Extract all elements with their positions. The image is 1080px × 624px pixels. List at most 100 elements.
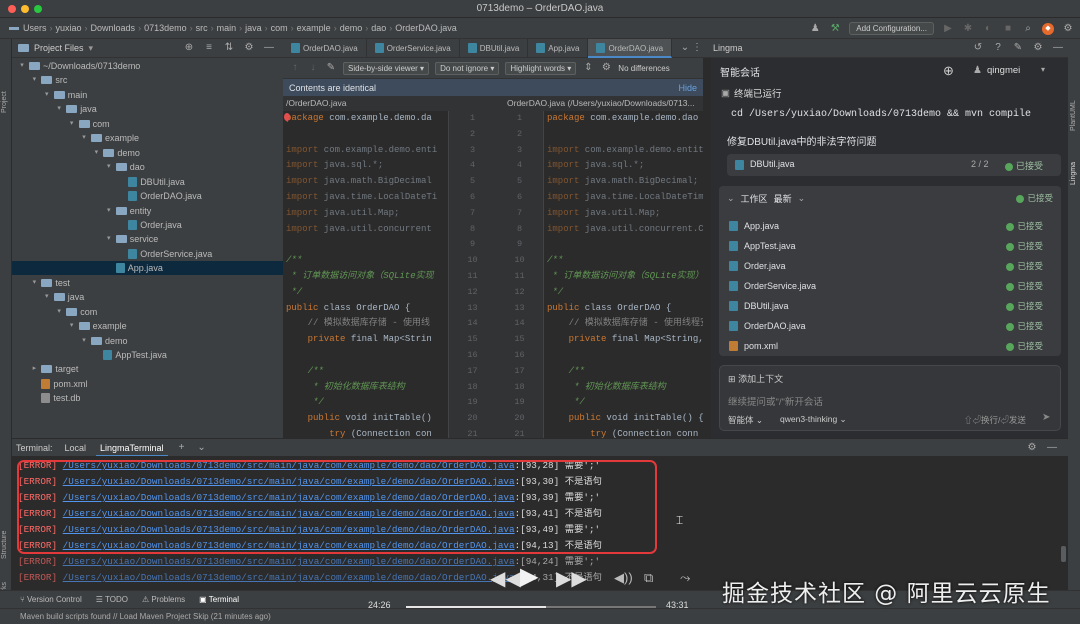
workspace-header[interactable]: ⌄ 工作区 最新 ⌄ bbox=[727, 192, 805, 205]
breadcrumb-item[interactable]: java bbox=[242, 23, 265, 33]
run-configuration-button[interactable]: Add Configuration... bbox=[849, 22, 934, 35]
project-tree-item[interactable]: ▾ java bbox=[55, 102, 96, 116]
project-tree-item[interactable]: ▾ service bbox=[105, 232, 158, 246]
video-progress-track[interactable] bbox=[406, 606, 656, 608]
chevron-down-icon[interactable]: ⌄ bbox=[679, 42, 691, 54]
breadcrumb-item[interactable]: 0713demo bbox=[141, 23, 190, 33]
chat-input-placeholder[interactable]: 继续提问或"/"新开会话 bbox=[728, 394, 823, 408]
fast-forward-icon[interactable]: ▶▶ bbox=[556, 566, 587, 591]
gear-icon[interactable]: ⚙ bbox=[243, 42, 255, 54]
project-tree-item[interactable]: ▾ ~/Downloads/0713demo bbox=[18, 59, 140, 73]
tool-window-button[interactable]: ☰ TODO bbox=[96, 595, 128, 604]
chevron-down-icon[interactable]: ⌄ bbox=[196, 442, 208, 454]
terminal-tab[interactable]: Local bbox=[61, 439, 91, 457]
project-tree-item[interactable]: ▾ demo bbox=[92, 146, 140, 160]
add-context-button[interactable]: ⊞ 添加上下文 bbox=[728, 372, 783, 385]
chevron-down-icon[interactable]: ▾ bbox=[68, 319, 76, 333]
help-icon[interactable]: ? bbox=[992, 42, 1004, 54]
project-tree-item[interactable]: App.java bbox=[105, 261, 163, 275]
project-tree-item[interactable]: ▾ com bbox=[55, 305, 97, 319]
project-tree-item[interactable]: ▾ main bbox=[43, 88, 87, 102]
chevron-down-icon[interactable]: ▾ bbox=[55, 102, 63, 116]
workspace-file-item[interactable]: App.java 已接受 bbox=[729, 216, 1051, 236]
zoom-window-button[interactable] bbox=[34, 5, 42, 13]
chevron-down-icon[interactable]: ▾ bbox=[80, 131, 88, 145]
terminal-scrollbar[interactable] bbox=[1061, 546, 1066, 562]
locate-icon[interactable]: ⊕ bbox=[183, 42, 195, 54]
workspace-file-item[interactable]: OrderService.java 已接受 bbox=[729, 276, 1051, 296]
chevron-right-icon[interactable]: ▸ bbox=[30, 362, 38, 376]
edit-icon[interactable]: ✎ bbox=[325, 62, 337, 74]
project-tree-item[interactable]: OrderDAO.java bbox=[117, 189, 202, 203]
project-tree-item[interactable]: AppTest.java bbox=[92, 348, 167, 362]
chevron-down-icon[interactable]: ▾ bbox=[43, 88, 51, 102]
project-tree-item[interactable]: ▾ src bbox=[30, 73, 68, 87]
project-tree-item[interactable]: ▾ example bbox=[68, 319, 127, 333]
highlight-mode-select[interactable]: Highlight words ▾ bbox=[505, 61, 577, 75]
arrow-down-icon[interactable]: ↓ bbox=[307, 62, 319, 74]
editor-tab[interactable]: OrderDAO.java bbox=[283, 38, 367, 58]
new-chat-icon[interactable]: ⊕ bbox=[943, 63, 954, 79]
workspace-file-item[interactable]: Order.java 已接受 bbox=[729, 256, 1051, 276]
gear-icon[interactable]: ⚙ bbox=[1026, 442, 1038, 454]
run-icon[interactable]: ▶ bbox=[942, 23, 954, 35]
collapse-icon[interactable]: ≡ bbox=[203, 42, 215, 54]
project-tree-item[interactable]: ▾ com bbox=[68, 117, 110, 131]
project-tree-item[interactable]: OrderService.java bbox=[117, 247, 212, 261]
breadcrumb-item[interactable]: OrderDAO.java bbox=[392, 23, 460, 33]
chevron-down-icon[interactable]: ▾ bbox=[30, 73, 38, 87]
sync-scroll-icon[interactable]: ⇕ bbox=[582, 62, 594, 74]
chat-input-box[interactable]: ⊞ 添加上下文 继续提问或"/"新开会话 智能体 ⌄ qwen3-thinkin… bbox=[719, 365, 1061, 431]
project-tree-item[interactable]: ▾ example bbox=[80, 131, 139, 145]
viewer-mode-select[interactable]: Side-by-side viewer ▾ bbox=[343, 61, 430, 75]
chevron-down-icon[interactable]: ▾ bbox=[43, 290, 51, 304]
breadcrumb-item[interactable]: com bbox=[268, 23, 291, 33]
tool-window-button[interactable]: ⚠ Problems bbox=[142, 595, 185, 604]
expand-icon[interactable]: ⇅ bbox=[223, 42, 235, 54]
project-tree-item[interactable]: ▾ demo bbox=[80, 334, 127, 348]
share-icon[interactable]: ⤳ bbox=[680, 570, 690, 586]
editor-tab[interactable]: OrderService.java bbox=[367, 38, 460, 58]
minimize-icon[interactable]: — bbox=[1046, 442, 1058, 454]
project-tree-item[interactable]: ▾ test bbox=[30, 276, 70, 290]
lingma-logo-icon[interactable]: ◆ bbox=[1042, 22, 1054, 35]
breadcrumb-item[interactable]: main bbox=[214, 23, 240, 33]
structure-tool-tab[interactable]: Structure bbox=[1, 531, 8, 559]
gear-icon[interactable]: ⚙ bbox=[1032, 42, 1044, 54]
left-code-pane[interactable]: package com.example.demo.da import com.ex… bbox=[283, 111, 448, 438]
close-window-button[interactable] bbox=[8, 5, 16, 13]
project-view-selector[interactable]: Project Files bbox=[34, 43, 84, 53]
chevron-down-icon[interactable]: ▾ bbox=[30, 276, 38, 290]
chevron-down-icon[interactable]: ▾ bbox=[89, 43, 94, 54]
project-tool-tab[interactable]: Project bbox=[1, 91, 8, 113]
breadcrumb-item[interactable]: src bbox=[193, 23, 211, 33]
hide-banner-link[interactable]: Hide bbox=[678, 83, 697, 93]
minimize-window-button[interactable] bbox=[21, 5, 29, 13]
breadcrumb-item[interactable]: example bbox=[294, 23, 334, 33]
project-tree-item[interactable]: Order.java bbox=[117, 218, 182, 232]
breadcrumb-item[interactable]: Users bbox=[20, 23, 50, 33]
breadcrumb-item[interactable]: yuxiao bbox=[53, 23, 85, 33]
chevron-down-icon[interactable]: ▾ bbox=[68, 117, 76, 131]
pip-icon[interactable]: ⧉ bbox=[644, 570, 653, 586]
ignore-mode-select[interactable]: Do not ignore ▾ bbox=[435, 61, 500, 75]
minimize-icon[interactable]: — bbox=[1052, 42, 1064, 54]
workspace-file-item[interactable]: pom.xml 已接受 bbox=[729, 336, 1051, 356]
chevron-down-icon[interactable]: ▾ bbox=[80, 334, 88, 348]
more-options-icon[interactable]: ⋮ bbox=[691, 42, 703, 54]
play-icon[interactable]: ▶ bbox=[520, 562, 538, 591]
chevron-down-icon[interactable]: ▾ bbox=[18, 59, 26, 73]
rewind-icon[interactable]: ◀◀ bbox=[490, 566, 521, 591]
chevron-down-icon[interactable]: ▾ bbox=[105, 160, 113, 174]
project-tree-item[interactable]: test.db bbox=[30, 391, 80, 405]
lingma-tool-tab[interactable]: Lingma bbox=[1070, 162, 1077, 185]
chevron-down-icon[interactable]: ▾ bbox=[1041, 65, 1045, 74]
project-tree-item[interactable]: pom.xml bbox=[30, 377, 87, 391]
plantuml-tool-tab[interactable]: PlantUML bbox=[1070, 100, 1077, 131]
volume-icon[interactable]: ◀)) bbox=[614, 570, 633, 586]
project-tree-item[interactable]: DBUtil.java bbox=[117, 175, 185, 189]
project-tree-item[interactable]: ▾ entity bbox=[105, 204, 151, 218]
arrow-up-icon[interactable]: ↑ bbox=[289, 62, 301, 74]
right-code-pane[interactable]: package com.example.demo.dao import com.e… bbox=[544, 111, 703, 438]
workspace-file-item[interactable]: AppTest.java 已接受 bbox=[729, 236, 1051, 256]
